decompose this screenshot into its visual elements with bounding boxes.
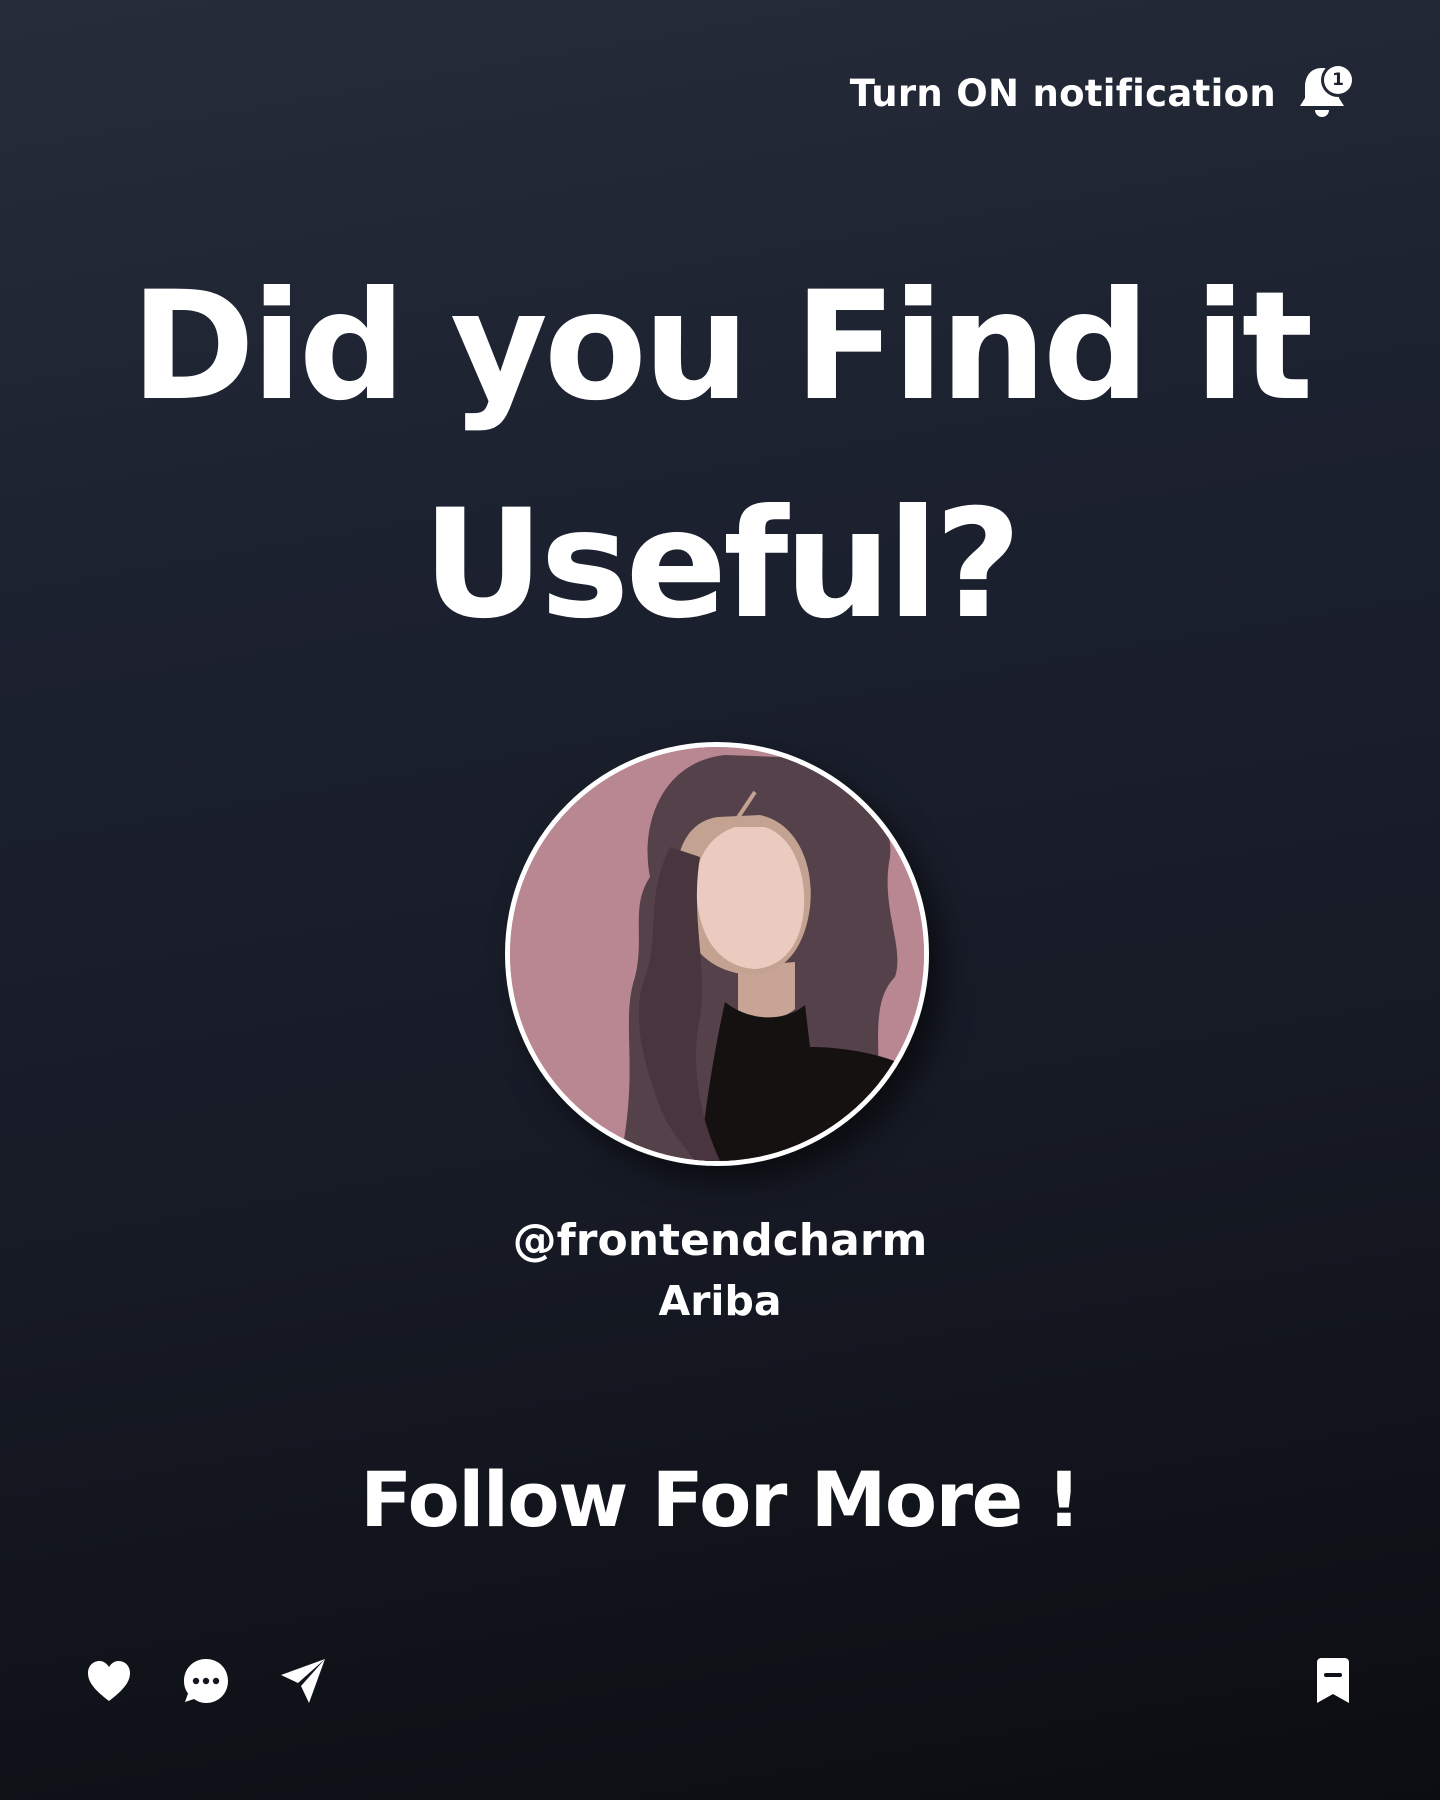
- comment-icon[interactable]: [181, 1656, 231, 1706]
- share-icon[interactable]: [278, 1656, 328, 1706]
- profile-name: Ariba: [658, 1277, 782, 1325]
- profile-handle[interactable]: @frontendcharm: [0, 1215, 1440, 1266]
- bell-icon[interactable]: 1: [1296, 62, 1352, 124]
- notification-badge: 1: [1324, 66, 1352, 94]
- avatar: [505, 742, 929, 1166]
- follow-cta: Follow For More !: [360, 1455, 1081, 1544]
- heart-icon[interactable]: [84, 1656, 134, 1706]
- notification-toggle[interactable]: Turn ON notification 1: [850, 62, 1352, 124]
- woman-avatar-illustration: [510, 747, 924, 1161]
- headline-line-2: Useful?: [422, 478, 1021, 652]
- notification-label: Turn ON notification: [849, 71, 1276, 115]
- headline-line-1: Did you Find it: [130, 260, 1314, 434]
- bookmark-icon[interactable]: [1308, 1656, 1358, 1706]
- page-title: Did you Find it Useful?: [0, 238, 1440, 674]
